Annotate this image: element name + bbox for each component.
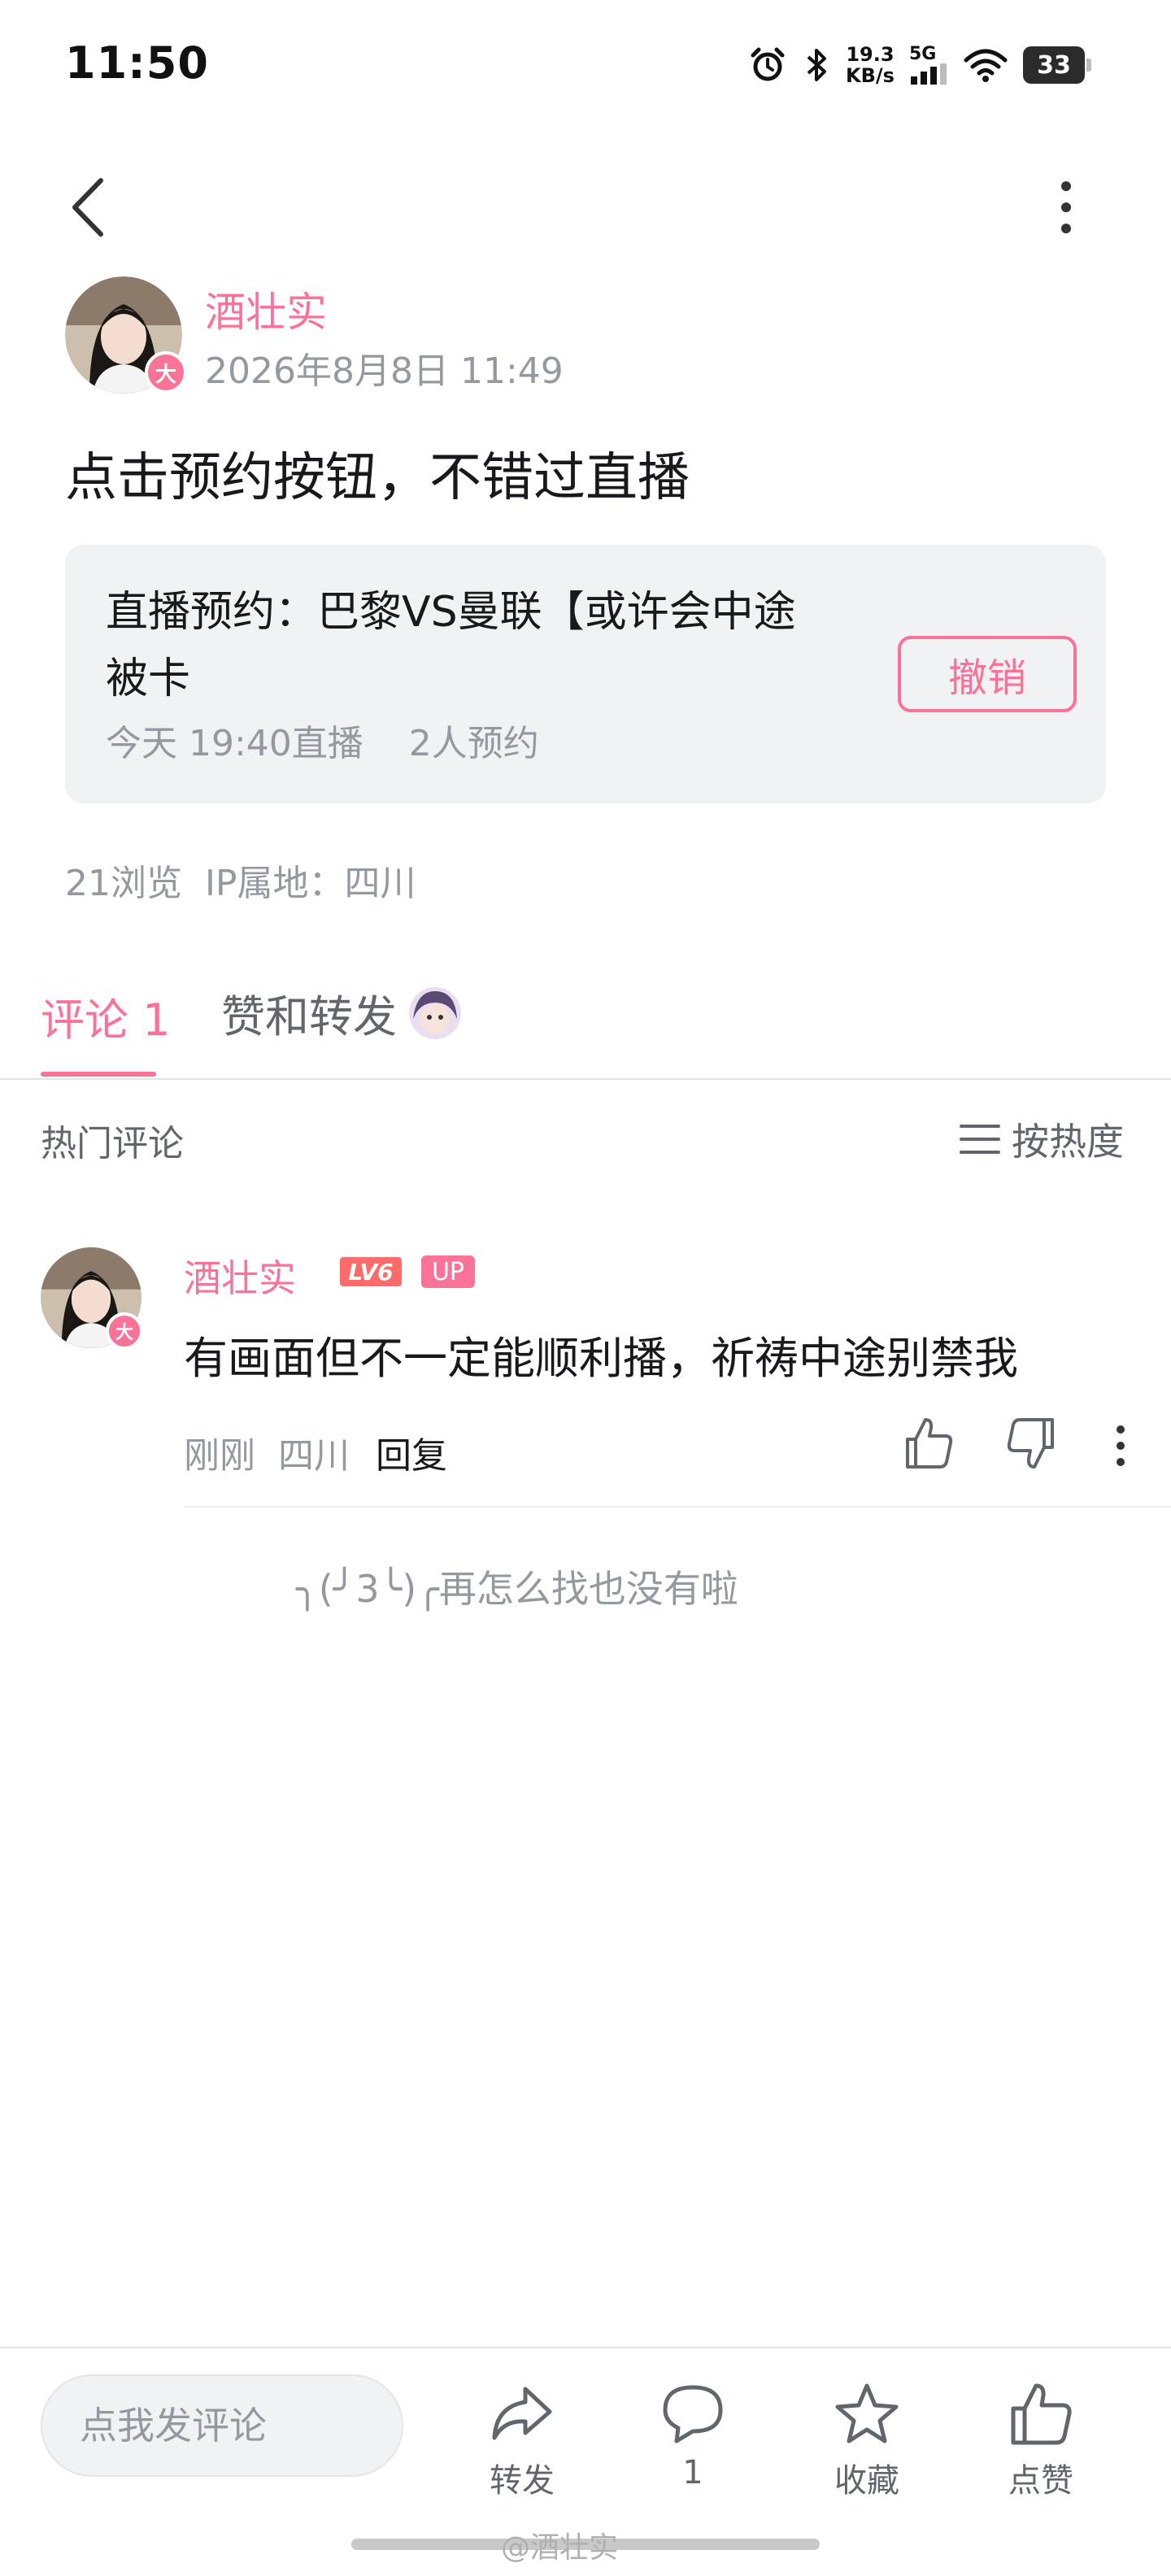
bluetooth-icon xyxy=(807,49,826,81)
battery-icon: 33 xyxy=(1022,46,1091,84)
sort-by-heat-button[interactable]: 按热度 xyxy=(960,1112,1124,1166)
share-button[interactable]: 转发 xyxy=(473,2379,571,2501)
network-type: 5G xyxy=(908,44,937,64)
comment-divider xyxy=(184,1506,1171,1508)
watermark: @酒壮实 xyxy=(501,2531,619,2565)
share-label: 转发 xyxy=(490,2462,555,2500)
thumbs-up-icon xyxy=(1011,2383,1072,2445)
up-badge: UP xyxy=(421,1255,475,1288)
back-arrow-icon[interactable] xyxy=(65,171,114,244)
wifi-icon xyxy=(964,49,1008,82)
reply-button[interactable]: 回复 xyxy=(376,1426,447,1478)
sort-list-icon xyxy=(960,1125,1000,1154)
avatar-badge: 大 xyxy=(106,1312,143,1350)
comment-button[interactable]: 1 xyxy=(644,2379,742,2491)
post-author-name[interactable]: 酒壮实 xyxy=(205,280,327,338)
tab-likes-shares[interactable]: 赞和转发 xyxy=(221,981,462,1045)
end-of-list-text: ╮(╯3╰)╭再怎么找也没有啦 xyxy=(296,1567,738,1611)
reservation-meta: 今天 19:40直播 2人预约 xyxy=(106,723,539,764)
favorite-label: 收藏 xyxy=(834,2462,899,2500)
view-stats: 21浏览 IP属地：四川 xyxy=(65,863,416,904)
signal-group: 5G xyxy=(909,46,948,85)
tab-comments[interactable]: 评论 1 xyxy=(41,984,171,1048)
more-options-icon[interactable] xyxy=(1046,175,1086,240)
tab-likes-label: 赞和转发 xyxy=(221,991,397,1042)
cancel-reservation-button[interactable]: 撤销 xyxy=(898,636,1077,712)
thumbs-down-icon[interactable] xyxy=(1005,1415,1057,1472)
live-reservation-card[interactable]: 直播预约：巴黎VS曼联【或许会中途被卡 今天 19:40直播 2人预约 撤销 xyxy=(65,545,1106,803)
thumbs-up-icon[interactable] xyxy=(903,1415,955,1472)
signal-icon xyxy=(910,63,947,85)
status-time: 11:50 xyxy=(65,37,209,89)
like-button[interactable]: 点赞 xyxy=(992,2379,1090,2501)
net-speed-value: 19.3 xyxy=(846,43,895,66)
comment-author-name[interactable]: 酒壮实 xyxy=(184,1249,296,1303)
favorite-button[interactable]: 收藏 xyxy=(818,2379,916,2501)
comment-bubble-icon xyxy=(663,2385,723,2443)
comment-text: 有画面但不一定能顺利播，祈祷中途别禁我 xyxy=(184,1333,1018,1384)
reservation-title: 直播预约：巴黎VS曼联【或许会中途被卡 xyxy=(106,588,796,703)
comment-author-avatar[interactable]: 大 xyxy=(41,1247,143,1350)
avatar-badge: 大 xyxy=(145,351,187,394)
level-badge: LV6 xyxy=(340,1257,402,1286)
alarm-icon xyxy=(751,47,785,81)
like-label: 点赞 xyxy=(1008,2462,1073,2500)
comment-more-icon[interactable] xyxy=(1106,1421,1135,1470)
status-icons: 19.3 KB/s 5G 33 xyxy=(748,39,1091,91)
active-tab-indicator xyxy=(41,1072,156,1077)
bottom-bar-divider xyxy=(0,2347,1171,2348)
post-author-avatar[interactable]: 大 xyxy=(65,276,187,394)
post-text: 点击预约按钮，不错过直播 xyxy=(65,448,690,508)
net-speed: 19.3 KB/s xyxy=(846,44,895,86)
net-speed-unit: KB/s xyxy=(846,64,895,87)
liker-avatar xyxy=(409,986,461,1039)
star-icon xyxy=(835,2383,899,2443)
sort-label: 按热度 xyxy=(1012,1120,1124,1164)
post-time: 2026年8月8日 11:49 xyxy=(205,350,564,392)
comment-meta: 刚刚 四川 xyxy=(184,1435,350,1477)
battery-level: 33 xyxy=(1037,50,1071,80)
comment-input[interactable] xyxy=(41,2374,403,2477)
share-icon xyxy=(492,2387,552,2440)
comment-count: 1 xyxy=(682,2454,703,2491)
tab-divider xyxy=(0,1078,1171,1080)
hot-comments-label: 热门评论 xyxy=(41,1123,184,1164)
